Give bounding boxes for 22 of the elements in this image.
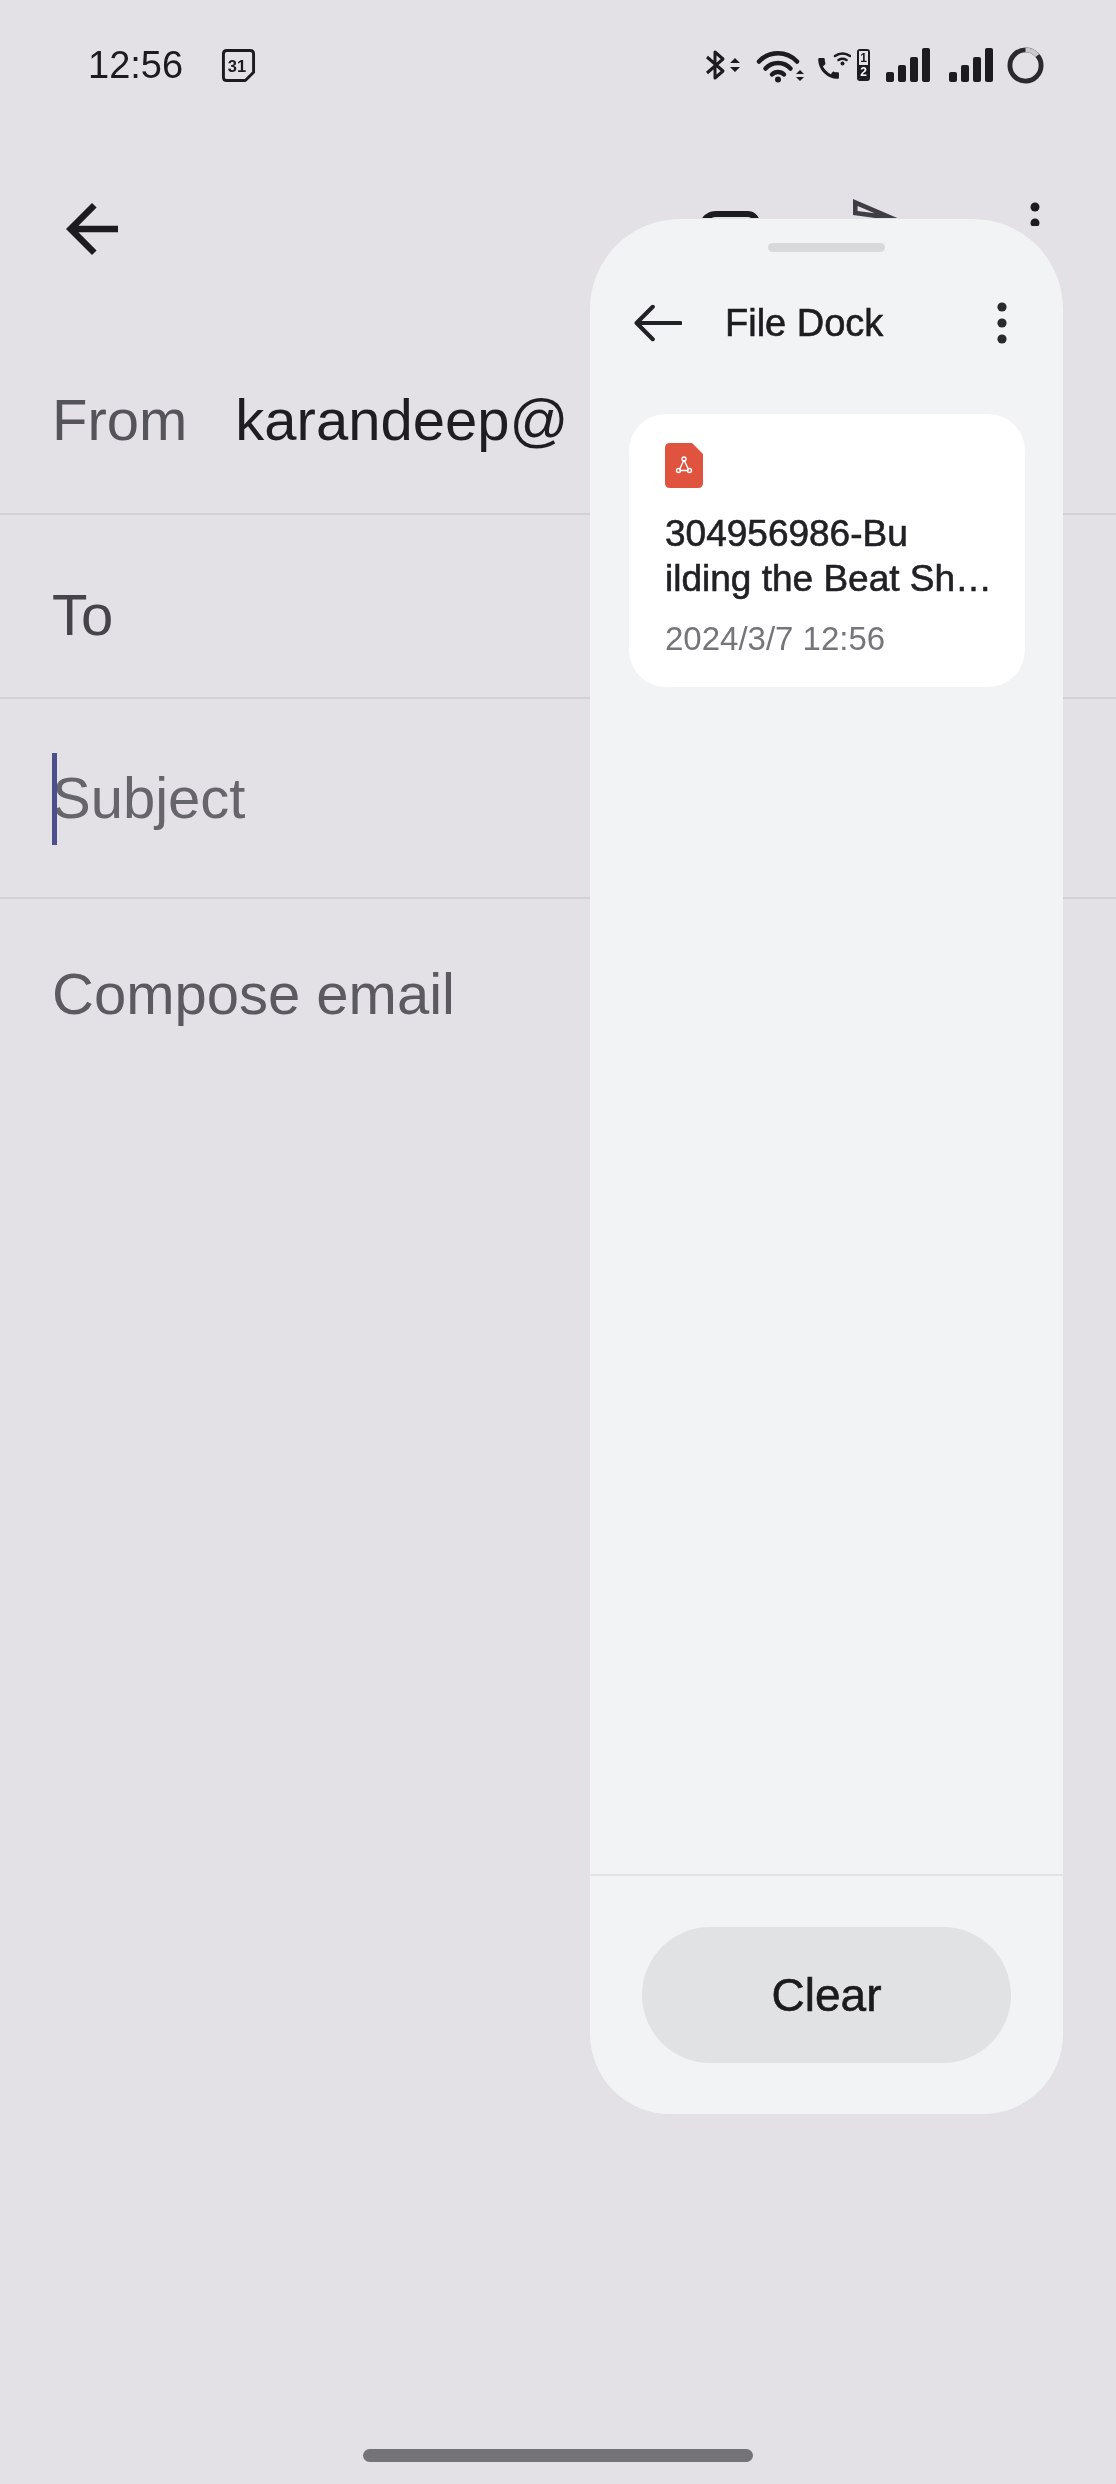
to-label: To (52, 581, 114, 650)
panel-title: File Dock (725, 300, 884, 346)
clear-button[interactable]: Clear (642, 1927, 1011, 2063)
signal-icon (949, 48, 993, 82)
more-icon[interactable] (1030, 202, 1040, 226)
calendar-day: 31 (227, 56, 247, 76)
sim-slot-number: 1 (859, 51, 868, 65)
from-label: From (52, 385, 188, 454)
pdf-file-icon (665, 443, 703, 488)
more-icon[interactable] (997, 302, 1007, 344)
sim-slot-number: 2 (859, 65, 868, 79)
body-field[interactable]: Compose email (52, 959, 572, 1029)
status-time: 12:56 (88, 46, 184, 84)
sender-address[interactable]: karandeep@ (235, 384, 569, 455)
drag-handle[interactable] (768, 243, 885, 252)
back-arrow-icon[interactable] (633, 304, 682, 342)
file-date: 2024/3/7 12:56 (665, 619, 887, 659)
back-arrow-icon[interactable] (66, 203, 118, 255)
signal-icon (886, 48, 930, 82)
ring-icon (1007, 46, 1044, 84)
file-name: 304956986-Bu ilding the Beat Sh… (665, 512, 994, 601)
file-card[interactable]: 304956986-Bu ilding the Beat Sh… 2024/3/7 12:56 (629, 414, 1025, 687)
